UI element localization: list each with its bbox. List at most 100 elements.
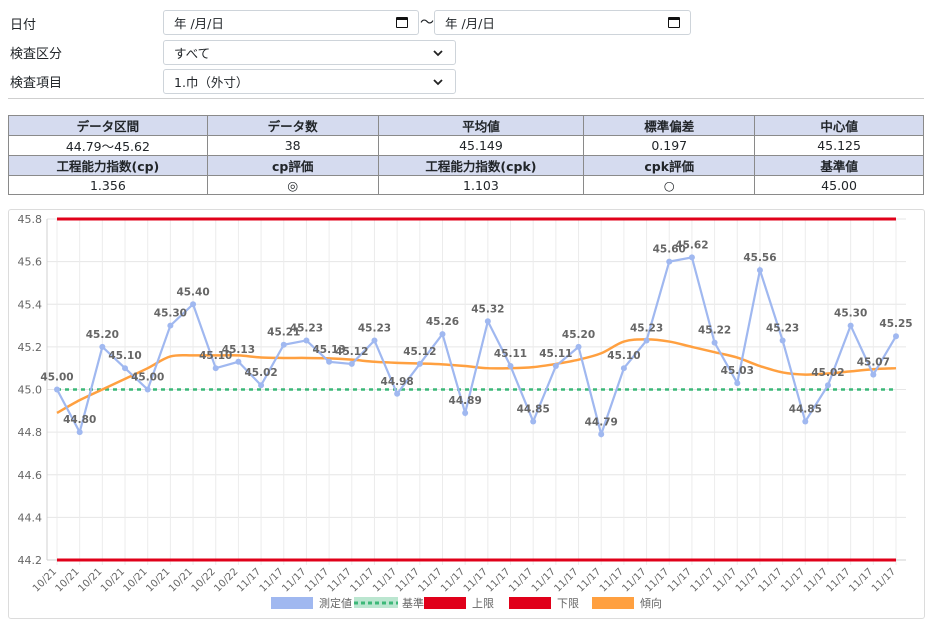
x-tick-label: 11/17 [802,566,830,594]
y-tick-label: 45.2 [18,341,43,354]
item-selected: 1.巾（外寸） [174,75,249,90]
legend-swatch [271,597,313,609]
chevron-down-icon [433,78,443,85]
measurement-point [598,431,605,438]
header-mean: 平均値 [377,115,585,136]
measurement-point [893,333,899,340]
measurement-point [530,418,537,425]
date-label: 日付 [10,18,37,33]
data-label: 44.85 [517,403,550,415]
x-tick-label: 11/17 [371,566,399,594]
header-std-dev: 標準偏差 [583,115,756,136]
chart-container: 45.8 45.6 45.4 45.2 45.0 44.8 44.6 44.4 44.2 10/2… [8,209,925,619]
x-tick-label: 10/21 [167,566,195,594]
data-label: 45.40 [176,286,209,298]
date-separator: 〜 [420,15,434,31]
x-tick-label: 11/17 [621,566,649,594]
x-tick-label: 11/17 [235,566,263,594]
measurement-point [779,337,786,344]
header-cpk-eval: cpk評価 [583,155,756,176]
legend-label: 傾向 [640,596,662,610]
measurement-point [870,371,877,378]
data-label: 45.02 [244,367,277,379]
x-tick-label: 11/17 [666,566,694,594]
data-label: 45.03 [721,365,754,377]
measurement-point [326,358,333,365]
x-tick-label: 11/17 [689,566,717,594]
date-from-value: 年 /月/日 [174,16,224,31]
header-cp-eval: cp評価 [206,155,379,176]
data-label: 45.26 [426,316,459,328]
x-tick-label: 10/21 [54,566,82,594]
value-cpk-eval: ○ [583,175,756,195]
legend-swatch [424,597,466,609]
data-label: 45.10 [607,350,640,362]
data-label: 45.25 [879,318,912,330]
measurement-point [394,390,401,397]
y-tick-label: 44.2 [18,554,43,567]
measurement-point [416,360,423,367]
data-label: 45.02 [811,367,844,379]
value-cp-eval: ◎ [206,175,379,195]
x-tick-label: 11/17 [280,566,308,594]
measurement-point [620,365,627,372]
header-reference: 基準値 [754,155,924,176]
data-label: 45.23 [630,322,663,334]
x-tick-label: 10/21 [122,566,150,594]
date-from-input[interactable]: 年 /月/日 [163,10,419,35]
calendar-icon[interactable] [396,17,408,28]
header-cp: 工程能力指数(cp) [8,155,208,176]
legend-swatch [592,597,634,609]
date-to-value: 年 /月/日 [445,16,495,31]
y-tick-label: 44.6 [18,469,43,482]
measurement-point [802,418,809,425]
legend-label: 測定値 [319,596,352,610]
measurement-point [122,365,129,372]
measurement-point [575,343,582,350]
x-tick-label: 11/17 [439,566,467,594]
x-tick-label: 11/17 [711,566,739,594]
x-tick-label: 11/17 [825,566,853,594]
x-tick-label: 11/17 [847,566,875,594]
value-data-range: 44.79〜45.62 [8,135,208,156]
data-label: 45.11 [494,348,527,360]
x-tick-label: 11/17 [303,566,331,594]
item-select[interactable]: 1.巾（外寸） [163,69,456,94]
x-tick-label: 11/17 [484,566,512,594]
data-label: 44.85 [789,403,822,415]
x-tick-label: 11/17 [757,566,785,594]
date-to-input[interactable]: 年 /月/日 [434,10,691,35]
legend-swatch [509,597,551,609]
data-label: 44.80 [63,414,96,426]
x-tick-label: 10/21 [76,566,104,594]
measurement-point [734,380,741,387]
measurement-point [484,318,491,325]
measurement-point [643,337,650,344]
value-std-dev: 0.197 [583,135,756,156]
measurement-point [847,322,854,329]
x-tick-label: 10/21 [99,566,127,594]
data-label: 45.30 [834,308,867,320]
header-median: 中心値 [754,115,924,136]
x-tick-label: 11/17 [643,566,671,594]
stats-table: データ区間 データ数 平均値 標準偏差 中心値 44.79〜45.62 38 4… [8,115,924,195]
data-label: 45.13 [222,344,255,356]
category-select[interactable]: すべて [163,40,456,65]
measurement-point [666,258,673,265]
item-label: 検査項目 [10,76,63,91]
x-tick-label: 11/17 [416,566,444,594]
data-label: 45.20 [86,329,119,341]
y-tick-label: 45.0 [18,384,43,397]
measurement-point [507,363,514,370]
data-label: 45.23 [290,322,323,334]
data-label: 45.20 [562,329,595,341]
header-cpk: 工程能力指数(cpk) [377,155,585,176]
y-tick-label: 44.8 [18,426,43,439]
measurement-point [167,322,174,329]
data-label: 44.79 [585,416,618,428]
calendar-icon[interactable] [668,17,680,28]
x-tick-label: 10/21 [31,566,59,594]
legend-label: 下限 [557,597,579,610]
x-tick-label: 11/17 [462,566,490,594]
value-reference: 45.00 [754,175,924,195]
